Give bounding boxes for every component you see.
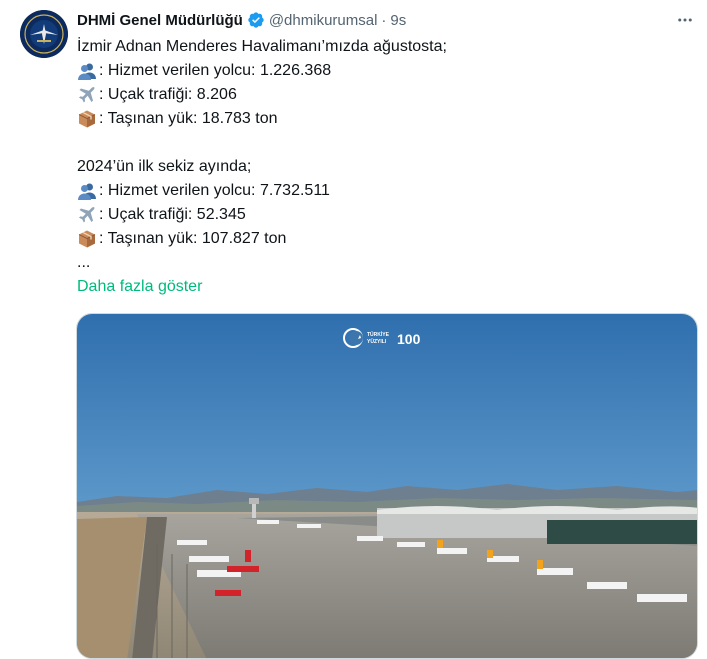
august-passenger-line: : Hizmet verilen yolcu: 1.226.368 (77, 59, 687, 83)
period-plane-line: : Uçak trafiği: 52.345 (77, 203, 687, 227)
package-emoji-icon (77, 109, 97, 129)
tweet-header: DHMİ Genel Müdürlüğü @dhmikurumsal · 9s (77, 10, 687, 30)
show-more-line: Daha fazla göster (77, 275, 687, 299)
package-emoji-icon (77, 229, 97, 249)
dhmi-logo (20, 10, 68, 58)
airplane-emoji-icon (77, 205, 97, 225)
verified-badge-icon (247, 11, 265, 29)
ellipsis: ... (77, 254, 91, 271)
display-name[interactable]: DHMİ Genel Müdürlüğü (77, 12, 243, 29)
busts-in-silhouette-emoji-icon (77, 181, 97, 201)
period-cargo-line: : Taşınan yük: 107.827 ton (77, 227, 687, 251)
period-heading-line: 2024’ün ilk sekiz ayında; (77, 158, 252, 175)
tweet-text: İzmir Adnan Menderes Havalimanı’mızda ağ… (77, 35, 687, 299)
watermark-top-text: TÜRKİYE (367, 331, 390, 338)
period-passenger-line: : Hizmet verilen yolcu: 7.732.511 (77, 179, 687, 203)
separator-dot: · (381, 11, 387, 29)
intro-line: İzmir Adnan Menderes Havalimanı’mızda ağ… (77, 38, 447, 55)
handle[interactable]: @dhmikurumsal (269, 12, 378, 29)
busts-in-silhouette-emoji-icon (77, 61, 97, 81)
show-more-link[interactable]: Daha fazla göster (77, 275, 202, 299)
timestamp[interactable]: 9s (390, 12, 406, 29)
watermark-bottom-text: YÜZYILI (367, 338, 387, 345)
tweet-photo[interactable]: TÜRKİYE YÜZYILI 100 (76, 313, 698, 659)
airplane-emoji-icon (77, 85, 97, 105)
august-plane-line: : Uçak trafiği: 8.206 (77, 83, 687, 107)
watermark-100-text: 100 (397, 331, 421, 347)
august-cargo-line: : Taşınan yük: 18.783 ton (77, 107, 687, 131)
airport-aerial-photo: TÜRKİYE YÜZYILI 100 (77, 314, 697, 658)
more-icon[interactable] (673, 8, 697, 32)
avatar[interactable] (20, 10, 68, 58)
tweet[interactable]: DHMİ Genel Müdürlüğü @dhmikurumsal · 9s … (0, 0, 707, 659)
